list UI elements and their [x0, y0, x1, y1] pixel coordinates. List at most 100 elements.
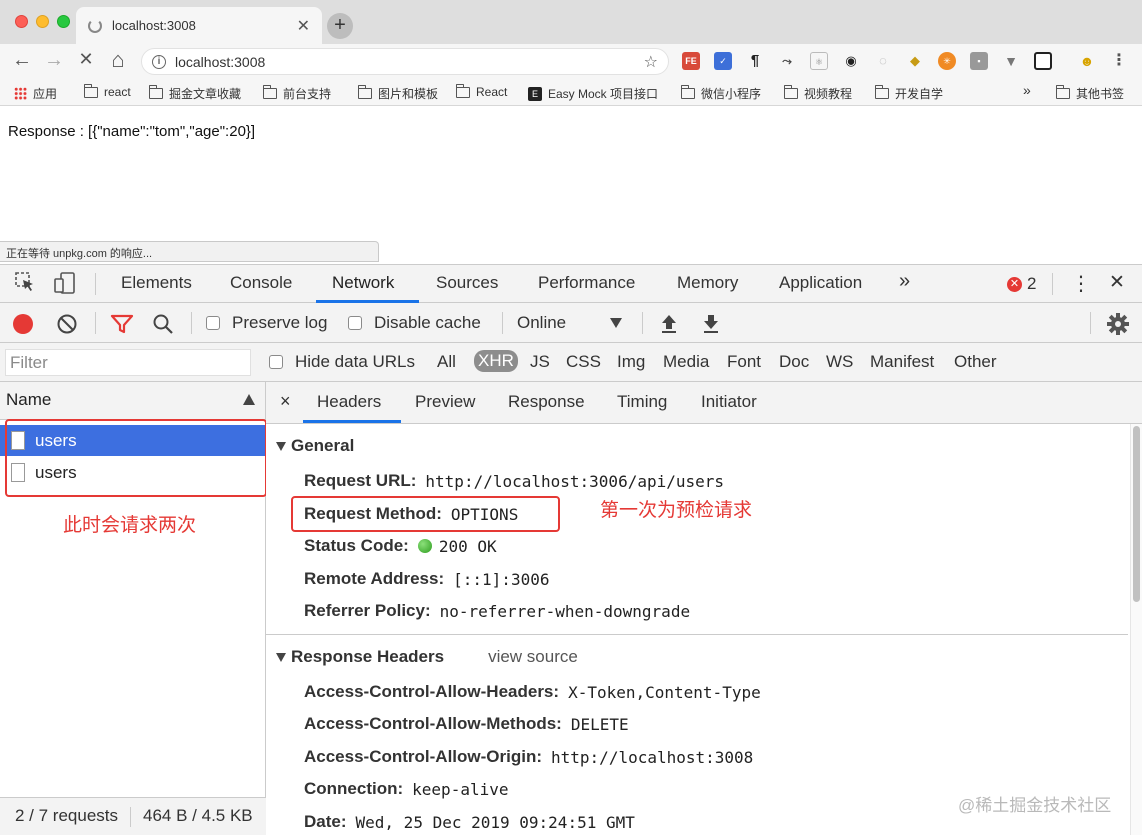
filter-type-js[interactable]: JS [530, 352, 550, 372]
general-section-toggle[interactable]: General [276, 436, 354, 456]
tab-title: localhost:3008 [112, 18, 196, 33]
devtools-menu-icon[interactable]: ⋮ [1071, 271, 1091, 296]
name-column-header[interactable]: Name [0, 382, 265, 420]
extension-profile-icon[interactable]: ☻ [1078, 52, 1096, 70]
apps-grid-icon [14, 87, 27, 100]
browser-toolbar: ← → ✕ ⌂ i localhost:3008 ☆ FE ✓ ¶ ⤳ ⚛ ◉ … [0, 44, 1142, 79]
tab-application[interactable]: Application [779, 273, 862, 293]
new-tab-button[interactable]: + [327, 13, 353, 39]
extension-chart-icon[interactable]: ⤳ [778, 52, 796, 70]
extension-pilcrow-icon[interactable]: ¶ [746, 52, 764, 70]
tab-timing[interactable]: Timing [617, 392, 667, 412]
menu-kebab-icon[interactable]: ⋮ [1110, 52, 1128, 70]
window-maximize-button[interactable] [57, 15, 70, 28]
more-tabs-button[interactable]: » [899, 270, 910, 293]
tab-close-icon[interactable]: ✕ [297, 16, 310, 36]
tab-headers[interactable]: Headers [317, 392, 381, 412]
tab-response[interactable]: Response [508, 392, 585, 412]
disable-cache-checkbox[interactable]: Disable cache [348, 313, 481, 333]
back-button[interactable]: ← [10, 49, 34, 72]
preserve-log-checkbox[interactable]: Preserve log [206, 313, 327, 333]
search-button[interactable] [152, 313, 174, 335]
tab-elements[interactable]: Elements [121, 273, 192, 293]
filter-type-ws[interactable]: WS [826, 352, 853, 372]
download-icon [704, 315, 718, 333]
filter-type-css[interactable]: CSS [566, 352, 601, 372]
inspect-element-icon[interactable] [14, 271, 36, 298]
response-headers-section-toggle[interactable]: Response Headers view source [276, 647, 578, 667]
extension-vue-icon[interactable]: ▼ [1002, 52, 1020, 70]
bookmark-star-icon[interactable]: ☆ [644, 52, 658, 72]
tab-network[interactable]: Network [332, 273, 394, 293]
bookmark-folder[interactable]: 开发自学 [875, 85, 943, 102]
extension-check-icon[interactable]: ✓ [714, 52, 732, 70]
bookmark-folder[interactable]: 微信小程序 [681, 85, 761, 102]
scrollbar-thumb[interactable] [1133, 426, 1140, 602]
active-detail-tab-indicator [303, 420, 401, 423]
header-row: Status Code: 200 OK [304, 536, 497, 556]
requests-annotation-box [5, 419, 267, 497]
folder-icon [149, 85, 163, 99]
requests-annotation-text: 此时会请求两次 [63, 515, 197, 536]
detail-scrollbar[interactable] [1130, 424, 1142, 835]
tab-preview[interactable]: Preview [415, 392, 475, 412]
bookmark-folder[interactable]: React [456, 83, 507, 99]
filter-type-manifest[interactable]: Manifest [870, 352, 934, 372]
bookmark-folder[interactable]: react [84, 83, 131, 99]
bookmark-folder[interactable]: 图片和模板 [358, 85, 438, 102]
window-minimize-button[interactable] [36, 15, 49, 28]
extension-fe-icon[interactable]: FE [682, 52, 700, 70]
bookmark-easy-mock[interactable]: E Easy Mock 项目接口 [528, 85, 658, 102]
bookmark-apps[interactable]: 应用 [14, 85, 57, 102]
tab-sources[interactable]: Sources [436, 273, 498, 293]
browser-tab[interactable]: localhost:3008 ✕ [76, 7, 322, 44]
method-annotation-box [291, 496, 560, 532]
sort-ascending-icon [243, 394, 255, 405]
tab-initiator[interactable]: Initiator [701, 392, 757, 412]
tab-performance[interactable]: Performance [538, 273, 635, 293]
extension-camera-icon[interactable]: ◌ [874, 52, 892, 70]
record-icon [13, 314, 33, 334]
stop-button[interactable]: ✕ [74, 49, 98, 70]
filter-type-img[interactable]: Img [617, 352, 645, 372]
filter-type-doc[interactable]: Doc [779, 352, 809, 372]
home-button[interactable]: ⌂ [106, 47, 130, 73]
error-counter[interactable]: ✕ 2 [1007, 274, 1036, 294]
bookmark-other[interactable]: 其他书签 [1056, 85, 1124, 102]
address-bar[interactable]: i localhost:3008 ☆ [141, 48, 669, 75]
extension-car-icon[interactable]: ◆ [906, 52, 924, 70]
devtools-close-icon[interactable]: ✕ [1109, 271, 1125, 294]
view-source-link[interactable]: view source [488, 647, 578, 667]
bookmark-folder[interactable]: 掘金文章收藏 [149, 85, 241, 102]
forward-button[interactable]: → [42, 49, 66, 72]
network-settings-button[interactable] [1106, 312, 1130, 336]
filter-type-media[interactable]: Media [663, 352, 709, 372]
tab-console[interactable]: Console [230, 273, 292, 293]
filter-type-font[interactable]: Font [727, 352, 761, 372]
extension-gray-icon[interactable]: ▪ [970, 52, 988, 70]
extension-square-icon[interactable] [1034, 52, 1052, 70]
bookmark-folder[interactable]: 前台支持 [263, 85, 331, 102]
throttling-select[interactable]: Online [517, 313, 623, 333]
bookmark-folder[interactable]: 视频教程 [784, 85, 852, 102]
window-close-button[interactable] [15, 15, 28, 28]
device-toolbar-icon[interactable] [53, 271, 77, 300]
filter-type-all[interactable]: All [437, 352, 456, 372]
export-har-button[interactable] [701, 312, 721, 334]
clear-button[interactable] [56, 313, 78, 335]
import-har-button[interactable] [659, 312, 679, 334]
filter-type-xhr[interactable]: XHR [474, 350, 518, 372]
extension-react-icon[interactable]: ⚛ [810, 52, 828, 70]
record-button[interactable] [13, 314, 33, 334]
bookmarks-overflow-button[interactable]: » [1023, 82, 1031, 98]
extension-orange-icon[interactable]: ✳ [938, 52, 956, 70]
filter-type-other[interactable]: Other [954, 352, 997, 372]
info-icon[interactable]: i [152, 54, 166, 69]
detail-close-icon[interactable]: × [280, 391, 291, 412]
hide-data-urls-checkbox[interactable]: Hide data URLs [269, 352, 415, 372]
clear-icon [57, 314, 77, 334]
tab-memory[interactable]: Memory [677, 273, 738, 293]
filter-input[interactable]: Filter [5, 349, 251, 376]
filter-toggle-button[interactable] [110, 314, 134, 334]
extension-eye-icon[interactable]: ◉ [842, 52, 860, 70]
